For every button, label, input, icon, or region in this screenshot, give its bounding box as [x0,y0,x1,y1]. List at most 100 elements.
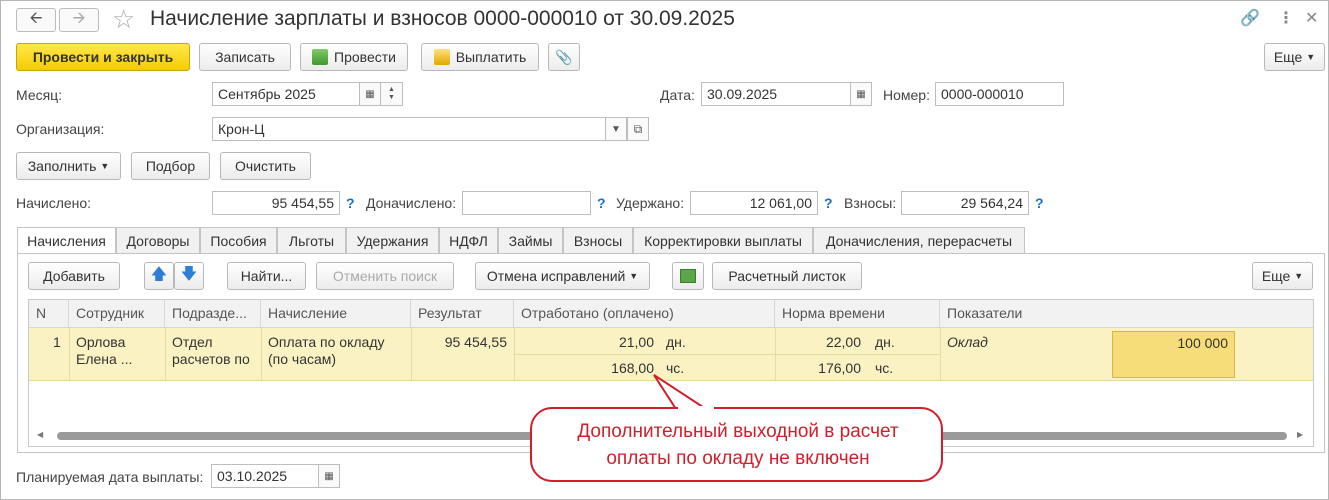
add-button[interactable]: Добавить [28,262,120,290]
row-divider [69,328,70,381]
contributions-label: Взносы: [844,195,897,211]
cancel-corrections-button[interactable]: Отмена исправлений ▼ [475,262,650,290]
tab-recalculations[interactable]: Доначисления, перерасчеты [813,227,1025,253]
save-button[interactable]: Записать [199,43,291,71]
additional-label: Доначислено: [366,195,457,211]
date-field[interactable]: 30.09.2025 [701,82,851,106]
callout-joint [678,406,714,410]
attach-button[interactable]: 📎 [548,43,580,71]
callout-line1: Дополнительный выходной в расчет [577,421,899,442]
pay-button-label: Выплатить [455,49,527,65]
column-header-result[interactable]: Результат [411,300,514,328]
accrued-field: 95 454,55 [212,191,340,215]
accrued-label: Начислено: [16,195,92,211]
caret-down-icon: ▼ [1294,271,1304,281]
fill-button[interactable]: Заполнить ▼ [16,152,121,180]
column-header-n[interactable]: N [29,300,69,328]
table-more-button[interactable]: Еще ▼ [1252,262,1313,290]
tab-contracts[interactable]: Договоры [116,227,200,253]
post-button[interactable]: Провести [300,43,408,71]
post-and-close-button[interactable]: Провести и закрыть [16,43,190,71]
clear-button[interactable]: Очистить [220,152,311,180]
additional-field [462,191,591,215]
cell-norm-days: 22,00 [825,334,861,350]
pay-doc-icon [433,49,450,65]
tab-loans[interactable]: Займы [498,227,563,253]
move-down-button[interactable]: 🡇 [174,262,204,290]
scroll-left-icon[interactable]: ◀ [37,430,43,439]
back-button[interactable]: 🡨 [16,8,56,32]
tab-ndfl[interactable]: НДФЛ [439,227,498,253]
more-button[interactable]: Еще ▼ [1264,43,1325,71]
column-header-worked[interactable]: Отработано (оплачено) [514,300,775,328]
cell-accrual-line2: (по часам) [268,351,337,367]
select-button[interactable]: Подбор [131,152,210,180]
calendar-icon: ▦ [324,470,334,482]
tab-privileges[interactable]: Льготы [277,227,346,253]
close-icon[interactable]: ✕ [1305,8,1318,28]
move-up-button[interactable]: 🡅 [144,262,174,290]
payslip-button[interactable]: Расчетный листок [712,262,862,290]
arrow-right-icon: 🡪 [72,9,86,27]
tab-benefits[interactable]: Пособия [200,227,277,253]
number-field[interactable]: 0000-000010 [935,82,1064,106]
paperclip-icon: 📎 [555,48,573,65]
planned-date-field[interactable]: 03.10.2025 [211,464,319,488]
cell-worked-days-unit: дн. [666,334,686,350]
planned-date-calendar-button[interactable]: ▦ [318,464,340,488]
tab-contributions[interactable]: Взносы [563,227,633,253]
column-header-norm[interactable]: Норма времени [775,300,940,328]
forward-button[interactable]: 🡪 [59,8,99,32]
row-divider [940,328,941,381]
table-more-label: Еще [1261,268,1291,284]
column-header-department[interactable]: Подразде... [165,300,261,328]
indicator-value-cell[interactable]: 100 000 [1112,331,1235,378]
more-button-label: Еще [1273,49,1303,65]
cell-indicator-value: 100 000 [1177,335,1228,351]
table-add-button[interactable] [672,262,704,290]
link-icon[interactable]: 🔗 [1240,8,1260,28]
post-button-label: Провести [334,49,396,65]
tab-accruals[interactable]: Начисления [17,227,116,254]
menu-dots-icon[interactable]: ⋮ [1278,8,1294,28]
post-doc-icon [312,49,329,65]
scroll-right-icon[interactable]: ▶ [1297,430,1303,439]
cell-result: 95 454,55 [444,334,507,350]
column-header-employee[interactable]: Сотрудник [69,300,165,328]
withheld-help-icon[interactable]: ? [824,195,833,211]
arrow-up-icon: 🡅 [150,265,168,283]
calendar-icon: ▦ [856,88,866,100]
organization-label: Организация: [16,121,105,137]
additional-help-icon[interactable]: ? [597,195,606,211]
month-label: Месяц: [16,87,63,103]
table-add-icon [680,269,696,283]
tab-deductions[interactable]: Удержания [346,227,439,253]
cell-employee-line2: Елена ... [76,351,133,367]
tab-payment-corrections[interactable]: Корректировки выплаты [633,227,813,253]
cell-department-line2: расчетов по [172,351,250,367]
contributions-help-icon[interactable]: ? [1035,195,1044,211]
date-calendar-button[interactable]: ▦ [850,82,872,106]
fill-button-label: Заполнить [27,158,97,174]
organization-field[interactable]: Крон-Ц [212,117,606,141]
find-button[interactable]: Найти... [227,262,306,290]
organization-open-button[interactable]: ⧉ [627,117,649,141]
month-field[interactable]: Сентябрь 2025 [212,82,360,106]
accrued-help-icon[interactable]: ? [346,195,355,211]
callout-pointer-shape [653,374,710,410]
cancel-search-button[interactable]: Отменить поиск [316,262,454,290]
pay-button[interactable]: Выплатить [421,43,539,71]
cell-norm-hours-unit: чс. [875,360,894,376]
cell-worked-hours: 168,00 [611,360,654,376]
month-calendar-button[interactable]: ▦ [359,82,381,106]
column-header-indicators[interactable]: Показатели [940,300,1313,328]
withheld-label: Удержано: [616,195,685,211]
month-stepper[interactable]: ▲ ▼ [380,82,403,106]
arrow-left-icon: 🡨 [29,9,43,27]
cell-accrual-line1: Оплата по окладу [268,334,385,350]
favorite-star-icon[interactable]: ☆ [112,4,135,35]
organization-dropdown-button[interactable]: ▼ [605,117,627,141]
stepper-down-icon: ▼ [388,94,395,101]
arrow-down-icon: 🡇 [180,265,198,283]
column-header-accrual[interactable]: Начисление [261,300,411,328]
